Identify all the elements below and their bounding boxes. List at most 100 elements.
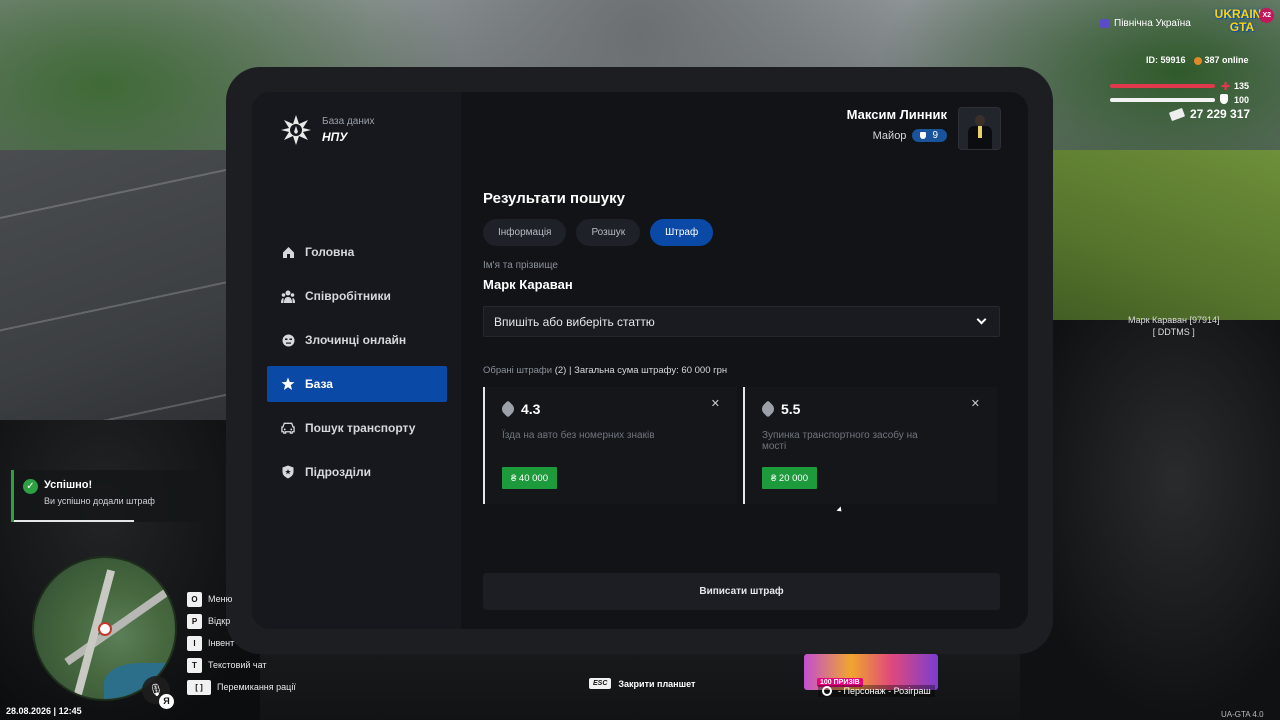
- keybind-label: Текстовий чат: [208, 660, 267, 670]
- online-count: 387 online: [1193, 55, 1249, 65]
- level-badge: 9: [912, 129, 947, 142]
- notification-progress: [14, 520, 134, 522]
- fine-amount: ₴ 40 000: [502, 467, 557, 489]
- keybind-row: O Меню: [187, 588, 296, 610]
- server-logo: UKRAINE GTA X2: [1214, 8, 1274, 40]
- keybind-row: I Інвент: [187, 632, 296, 654]
- fine-summary: Обрані штрафи (2) | Загальна сума штрафу…: [483, 365, 728, 376]
- keybind-label: Інвент: [208, 638, 235, 648]
- police-tablet: База даних НПУ Головна Співробітники Зло…: [226, 67, 1053, 654]
- page-title: Результати пошуку: [483, 190, 625, 207]
- sidebar-item-label: База: [305, 377, 333, 391]
- car-icon: [281, 421, 295, 435]
- sidebar-item-database[interactable]: База: [267, 366, 447, 402]
- date-time: 28.08.2026 | 12:45: [6, 706, 82, 716]
- money-display: 27 229 317: [1168, 107, 1250, 121]
- tab-information[interactable]: Інформація: [483, 219, 567, 246]
- keybind-label: Відкр: [208, 616, 231, 626]
- close-icon[interactable]: ✕: [711, 397, 720, 410]
- sidebar-item-label: Пошук транспорту: [305, 421, 416, 435]
- issue-fine-button[interactable]: Виписати штраф: [483, 573, 1000, 610]
- fine-description: Зупинка транспортного засобу на мості: [762, 430, 918, 452]
- fine-amount: ₴ 20 000: [762, 467, 817, 489]
- key-cap: P: [187, 613, 202, 629]
- health-bar: [1110, 84, 1215, 88]
- police-emblem-icon: [281, 115, 311, 145]
- article-select[interactable]: Впишіть або виберіть статтю: [483, 306, 1000, 337]
- home-icon: [281, 245, 295, 259]
- key-cap: O: [187, 591, 202, 607]
- close-tablet-hint: ESC Закрити планшет: [589, 678, 695, 689]
- chevron-down-icon: [976, 314, 987, 325]
- sidebar-nav: Головна Співробітники Злочинці онлайн Ба…: [267, 234, 447, 498]
- mic-key: Я: [159, 694, 174, 709]
- profile-name: Максим Линник: [846, 107, 947, 122]
- brand-title: НПУ: [322, 130, 348, 144]
- fine-card: ✕ 5.5 Зупинка транспортного засобу на мо…: [743, 387, 997, 504]
- money-icon: [1168, 107, 1186, 121]
- brand: База даних НПУ: [280, 114, 374, 146]
- keybind-row: [ ] Перемикання рації: [187, 676, 296, 698]
- tag-icon: [759, 400, 777, 418]
- sidebar-item-label: Злочинці онлайн: [305, 333, 407, 347]
- online-icon: [1193, 56, 1202, 65]
- player-marker-icon: [98, 622, 112, 636]
- player-id: ID: 59916: [1146, 55, 1186, 65]
- avatar: [958, 107, 1001, 150]
- check-icon: ✓: [23, 479, 38, 494]
- game-background-grass: [1040, 150, 1280, 330]
- fine-description: Їзда на авто без номерних знаків: [502, 430, 655, 441]
- users-icon: [281, 289, 295, 303]
- tab-wanted[interactable]: Розшук: [576, 219, 641, 246]
- version-label: UA-GTA 4.0: [1221, 710, 1264, 719]
- armor-value: 100: [1234, 95, 1250, 105]
- circle-key-icon: [822, 686, 832, 696]
- player-nametag: Марк Караван [97914] [ DDTMS ]: [1128, 315, 1220, 337]
- result-tabs: Інформація Розшук Штраф: [483, 219, 714, 246]
- sidebar-item-home[interactable]: Головна: [267, 234, 447, 270]
- criminal-icon: [281, 333, 295, 347]
- armor-icon: [1220, 94, 1228, 104]
- sidebar-item-label: Головна: [305, 245, 355, 259]
- fine-code: 4.3: [499, 400, 540, 418]
- profile-rank: Майор: [872, 129, 907, 142]
- game-background-car: [1020, 320, 1280, 720]
- close-icon[interactable]: ✕: [971, 397, 980, 410]
- region-indicator: Північна Україна: [1100, 18, 1191, 29]
- brand-subtitle: База даних: [322, 116, 375, 127]
- user-profile: Максим Линник Майор 9: [847, 107, 1001, 150]
- heart-icon: ✚: [1221, 81, 1231, 93]
- shield-icon: [281, 465, 295, 479]
- esc-key: ESC: [589, 678, 612, 689]
- badge-shield-icon: [920, 132, 927, 139]
- fine-card: ✕ 4.3 Їзда на авто без номерних знаків ₴…: [483, 387, 737, 504]
- region-icon: [1100, 19, 1109, 28]
- name-label: Ім'я та прізвище: [483, 260, 558, 271]
- profile-rank-row: Майор 9: [847, 129, 947, 142]
- armor-bar: [1110, 98, 1215, 102]
- keybind-row: P Відкр: [187, 610, 296, 632]
- key-cap: [ ]: [187, 679, 211, 695]
- health-value: 135: [1234, 81, 1250, 91]
- multiplier-badge: X2: [1259, 8, 1274, 23]
- name-value: Марк Караван: [483, 277, 573, 292]
- key-cap: T: [187, 657, 202, 673]
- keybind-label: Перемикання рації: [217, 682, 296, 692]
- sidebar-item-units[interactable]: Підрозділи: [267, 454, 447, 490]
- sidebar-item-label: Співробітники: [305, 289, 391, 303]
- tab-fine[interactable]: Штраф: [650, 219, 714, 246]
- promo-hint: - Персонаж - Розіграш: [818, 685, 935, 697]
- fine-code: 5.5: [759, 400, 800, 418]
- sidebar-item-criminals-online[interactable]: Злочинці онлайн: [267, 322, 447, 358]
- keybind-row: T Текстовий чат: [187, 654, 296, 676]
- game-background-road: [0, 150, 260, 450]
- star-icon: [281, 377, 295, 391]
- tag-icon: [499, 400, 517, 418]
- sidebar-item-employees[interactable]: Співробітники: [267, 278, 447, 314]
- notification-text: Ви успішно додали штраф: [44, 496, 155, 506]
- success-notification: ✓ Успішно! Ви успішно додали штраф: [11, 470, 216, 522]
- key-cap: I: [187, 635, 202, 651]
- keybind-label: Меню: [208, 594, 233, 604]
- notification-title: Успішно!: [44, 479, 93, 491]
- sidebar-item-vehicle-search[interactable]: Пошук транспорту: [267, 410, 447, 446]
